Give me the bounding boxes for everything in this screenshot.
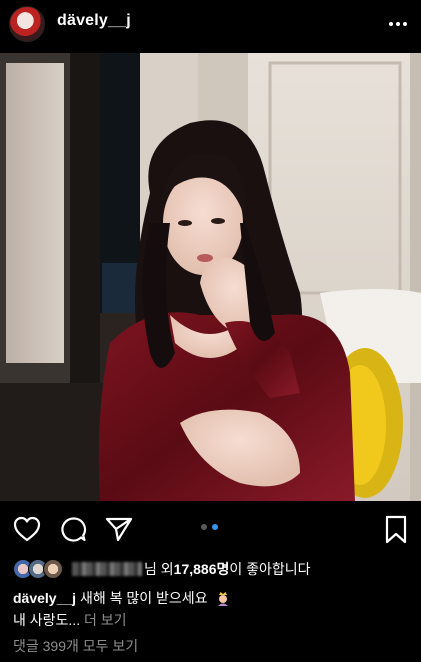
caption-text: 새해 복 많이 받으세요: [79, 590, 208, 606]
caption: dävely__j 새해 복 많이 받으세요: [13, 588, 231, 608]
bookmark-icon[interactable]: [384, 515, 408, 544]
liker-avatar: [43, 559, 63, 579]
liker-avatars: [13, 559, 63, 579]
profile-avatar[interactable]: [9, 6, 45, 42]
carousel-indicator: [201, 524, 218, 530]
princess-emoji-icon: [218, 592, 229, 606]
carousel-dot: [201, 524, 207, 530]
post-photo[interactable]: [0, 53, 421, 501]
likes-suffix: 이 좋아합니다: [229, 561, 311, 577]
likes-summary[interactable]: 님 외 17,886명 이 좋아합니다: [13, 558, 311, 580]
more-link[interactable]: 더 보기: [84, 612, 127, 628]
comment-icon[interactable]: [60, 516, 87, 543]
more-horizontal-icon[interactable]: [388, 14, 408, 34]
username[interactable]: dävely__j: [57, 12, 131, 30]
caption-line2-text: 내 사랑도...: [13, 612, 81, 628]
view-all-comments-link[interactable]: 댓글 399개 모두 보기: [13, 636, 138, 656]
post-header: dävely__j: [0, 0, 421, 48]
caption-username[interactable]: dävely__j: [13, 590, 76, 606]
likes-count[interactable]: 17,886명: [174, 559, 230, 579]
likes-prefix: 님 외: [144, 561, 174, 577]
heart-icon[interactable]: [13, 516, 41, 542]
carousel-dot-active: [212, 524, 218, 530]
caption-line-2: 내 사랑도... 더 보기: [13, 610, 127, 630]
blurred-username: [72, 562, 142, 576]
post-image: [0, 53, 421, 501]
send-icon[interactable]: [105, 516, 133, 542]
